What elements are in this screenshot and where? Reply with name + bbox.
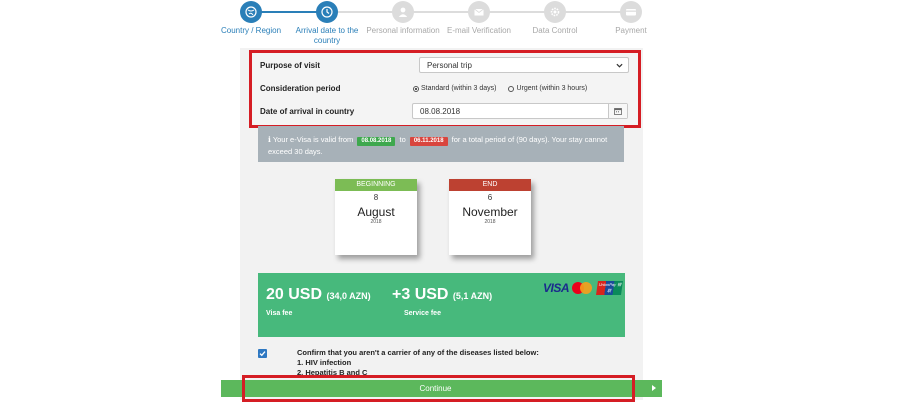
confirmation-text: Confirm that you aren't a carrier of any… [297, 348, 539, 357]
visa-fee-amount: 20 USD (34,0 AZN) [266, 285, 371, 306]
calendar-end-month: November [462, 205, 518, 219]
info-prefix: Your e-Visa is valid from [272, 135, 354, 144]
info-to: to [399, 135, 406, 144]
radio-standard[interactable]: Standard (within 3 days) [413, 77, 496, 101]
calendar-begin-head: BEGINNING [335, 179, 417, 191]
disease-confirmation: Confirm that you aren't a carrier of any… [297, 348, 539, 378]
purpose-label: Purpose of visit [260, 61, 321, 70]
calendar-begin-month: August [357, 205, 395, 219]
service-fee-amount: +3 USD (5,1 AZN) [392, 285, 492, 306]
envelope-icon [468, 1, 490, 23]
valid-to-badge: 06.11.2018 [409, 137, 448, 146]
mastercard-logo [572, 281, 594, 295]
visa-fee-azn: (34,0 AZN) [326, 291, 371, 301]
confirm-checkbox[interactable] [258, 349, 267, 358]
continue-button[interactable]: Continue [242, 380, 629, 397]
valid-from-badge: 08.08.2018 [357, 137, 396, 146]
info-icon: ℹ [268, 135, 271, 144]
visa-logo: VISA [543, 281, 570, 295]
progress-stepper: Country / Region Arrival date to the cou… [0, 0, 900, 48]
fee-summary: 20 USD (34,0 AZN) +3 USD (5,1 AZN) Visa … [258, 273, 625, 337]
calendar-end-day: 6 [487, 193, 493, 202]
service-fee-azn: (5,1 AZN) [452, 291, 493, 301]
globe-icon [240, 1, 262, 23]
calendar-icon [614, 108, 622, 115]
visa-details-form: Purpose of visit Personal trip Considera… [249, 50, 641, 128]
calendar-begin-day: 8 [373, 193, 379, 202]
card-icon [620, 1, 642, 23]
period-label: Consideration period [260, 84, 341, 93]
chevron-down-icon [616, 63, 623, 68]
period-row: Consideration period Standard (within 3 … [260, 77, 630, 101]
radio-standard-label: Standard (within 3 days) [421, 85, 497, 92]
step-label: Payment [615, 26, 647, 35]
payment-card-logos: VISA UnionPay 银联 [543, 280, 623, 296]
visa-validity-info: ℹ Your e-Visa is valid from 08.08.2018 t… [258, 126, 624, 162]
calendar-end-head: END [449, 179, 531, 191]
check-icon [259, 351, 266, 357]
calendar-end-card: END 6 November 2018 [449, 179, 531, 255]
visa-fee-label: Visa fee [266, 310, 293, 317]
service-fee-label: Service fee [404, 310, 441, 317]
arrival-date-value: 08.08.2018 [420, 107, 461, 116]
disease-item: 1. HIV infection [297, 358, 352, 367]
unionpay-logo: UnionPay 银联 [596, 281, 623, 295]
arrow-right-icon[interactable] [652, 385, 656, 391]
user-icon [392, 1, 414, 23]
calendar-end-year: 2018 [484, 219, 496, 225]
calendar-begin-card: BEGINNING 8 August 2018 [335, 179, 417, 255]
period-radio-group: Standard (within 3 days) Urgent (within … [413, 77, 597, 101]
calendar-begin-year: 2018 [370, 219, 382, 225]
calendar-button[interactable] [608, 104, 627, 118]
gear-icon [544, 1, 566, 23]
purpose-row: Purpose of visit Personal trip [260, 54, 630, 78]
radio-dot[interactable] [508, 86, 515, 92]
disease-item: 2. Hepatitis B and C [297, 368, 368, 377]
visa-fee-usd: 20 USD [266, 286, 323, 303]
continue-bar: Continue [221, 380, 662, 397]
purpose-value: Personal trip [427, 61, 472, 70]
arrival-label: Date of arrival in country [260, 107, 355, 116]
arrival-date-field[interactable]: 08.08.2018 [412, 103, 628, 119]
service-fee-usd: +3 USD [392, 286, 449, 303]
radio-urgent-label: Urgent (within 3 hours) [516, 85, 588, 92]
arrival-row: Date of arrival in country 08.08.2018 [260, 100, 630, 124]
radio-urgent[interactable]: Urgent (within 3 hours) [508, 77, 587, 101]
step-payment[interactable]: Payment [586, 1, 676, 36]
radio-dot-selected[interactable] [413, 86, 419, 92]
clock-icon [316, 1, 338, 23]
purpose-select[interactable]: Personal trip [419, 57, 629, 73]
